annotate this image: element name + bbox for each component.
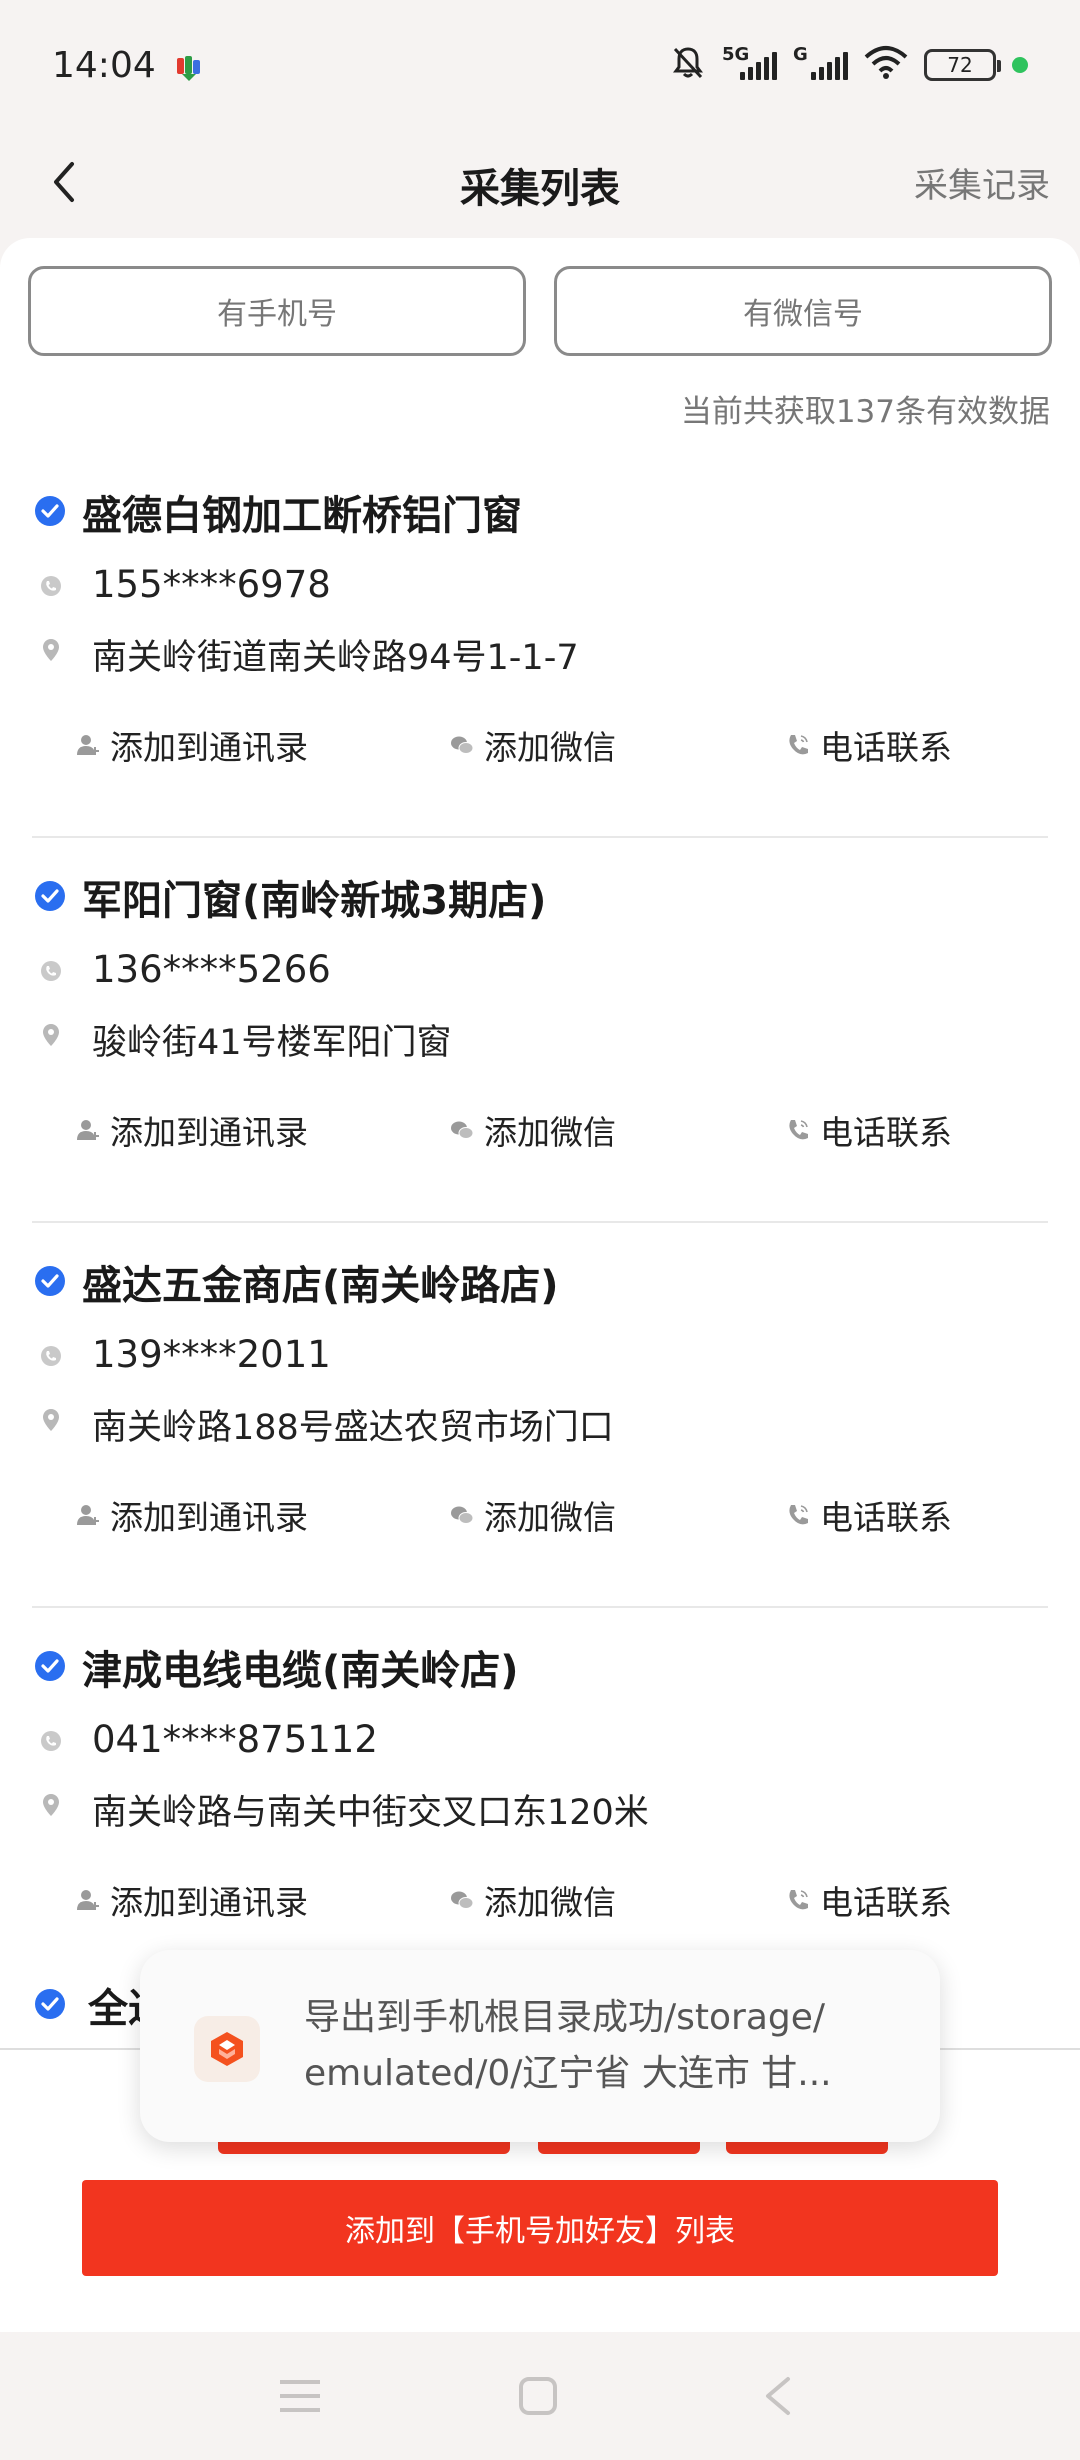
wifi-icon xyxy=(864,45,908,85)
result-list: 盛德白钢加工断桥铝门窗 155****6978 南关岭街道南关岭路94号1-1-… xyxy=(0,453,1080,1993)
item-actions: 添加到通讯录 添加微信 电话联系 xyxy=(0,1491,1080,1551)
add-wechat-button[interactable]: 添加微信 xyxy=(450,1491,616,1539)
wechat-icon xyxy=(451,1891,474,1909)
checkbox-checked-icon[interactable] xyxy=(34,495,66,527)
add-to-contacts-button[interactable]: 添加到通讯录 xyxy=(76,1491,308,1539)
phone-circle-icon xyxy=(41,1346,61,1366)
item-phone: 041****875112 xyxy=(92,1718,378,1761)
filter-row: 有手机号 有微信号 xyxy=(28,266,1052,356)
phone-circle-icon xyxy=(41,1731,61,1751)
checkbox-checked-icon[interactable] xyxy=(34,1265,66,1297)
phone-call-icon xyxy=(789,1890,808,1910)
signal-5g-icon: 5G xyxy=(722,44,777,80)
wechat-icon xyxy=(451,1121,474,1139)
phone-call-icon xyxy=(789,1505,808,1525)
battery-indicator: 72 xyxy=(924,49,1001,81)
call-button[interactable]: 电话联系 xyxy=(786,1491,952,1539)
header: 采集列表 采集记录 xyxy=(0,130,1080,240)
result-count-text: 当前共获取137条有效数据 xyxy=(680,394,1050,430)
clock: 14:04 xyxy=(52,44,156,86)
item-phone: 155****6978 xyxy=(92,563,331,606)
add-to-contacts-button[interactable]: 添加到通讯录 xyxy=(76,1106,308,1154)
location-pin-icon xyxy=(43,1024,59,1046)
add-wechat-button[interactable]: 添加微信 xyxy=(450,1106,616,1154)
mute-bell-icon xyxy=(670,44,706,86)
export-success-toast: 导出到手机根目录成功/storage/ emulated/0/辽宁省 大连市 甘… xyxy=(140,1950,940,2142)
add-to-contacts-button[interactable]: 添加到通讯录 xyxy=(76,1876,308,1924)
status-bar: 14:04 5G G 72 xyxy=(0,0,1080,130)
phone-call-icon xyxy=(789,1120,808,1140)
signal-g-icon: G xyxy=(793,44,848,80)
back-button[interactable] xyxy=(36,152,96,212)
item-actions: 添加到通讯录 添加微信 电话联系 xyxy=(0,721,1080,781)
phone-circle-icon xyxy=(41,576,61,596)
item-address: 南关岭路188号盛达农贸市场门口 xyxy=(92,1408,614,1448)
add-wechat-button[interactable]: 添加微信 xyxy=(450,721,616,769)
location-pin-icon xyxy=(43,639,59,661)
app-logo-icon xyxy=(194,2016,260,2082)
item-address: 南关岭路与南关中街交叉口东120米 xyxy=(92,1793,649,1833)
add-wechat-button[interactable]: 添加微信 xyxy=(450,1876,616,1924)
filter-has-wechat-button[interactable]: 有微信号 xyxy=(554,266,1052,356)
location-pin-icon xyxy=(43,1794,59,1816)
list-item: 军阳门窗(南岭新城3期店) 136****5266 骏岭街41号楼军阳门窗 添加… xyxy=(0,838,1080,1223)
item-phone: 139****2011 xyxy=(92,1333,331,1376)
call-button[interactable]: 电话联系 xyxy=(786,721,952,769)
call-button[interactable]: 电话联系 xyxy=(786,1106,952,1154)
add-person-icon xyxy=(77,1890,99,1910)
toast-message: 导出到手机根目录成功/storage/ emulated/0/辽宁省 大连市 甘… xyxy=(304,1997,832,2094)
item-title: 盛德白钢加工断桥铝门窗 xyxy=(82,493,522,539)
content-card: 有手机号 有微信号 当前共获取137条有效数据 盛德白钢加工断桥铝门窗 155*… xyxy=(0,238,1080,2238)
filter-has-phone-button[interactable]: 有手机号 xyxy=(28,266,526,356)
add-person-icon xyxy=(77,735,99,755)
app-notification-icon xyxy=(174,50,204,81)
chevron-left-icon xyxy=(54,162,74,202)
wechat-icon xyxy=(451,736,474,754)
location-pin-icon xyxy=(43,1409,59,1431)
item-title: 军阳门窗(南岭新城3期店) xyxy=(82,878,547,924)
item-phone: 136****5266 xyxy=(92,948,331,991)
back-nav-icon[interactable] xyxy=(760,2376,794,2416)
add-person-icon xyxy=(77,1120,99,1140)
list-item: 津成电线电缆(南关岭店) 041****875112 南关岭路与南关中街交叉口东… xyxy=(0,1608,1080,1993)
collection-records-link[interactable]: 采集记录 xyxy=(914,158,1050,207)
wechat-icon xyxy=(451,1506,474,1524)
phone-circle-icon xyxy=(41,961,61,981)
add-person-icon xyxy=(77,1505,99,1525)
call-button[interactable]: 电话联系 xyxy=(786,1876,952,1924)
item-actions: 添加到通讯录 添加微信 电话联系 xyxy=(0,1106,1080,1166)
item-title: 盛达五金商店(南关岭路店) xyxy=(82,1263,559,1309)
list-item: 盛达五金商店(南关岭路店) 139****2011 南关岭路188号盛达农贸市场… xyxy=(0,1223,1080,1608)
item-address: 南关岭街道南关岭路94号1-1-7 xyxy=(92,638,579,678)
checkbox-checked-icon[interactable] xyxy=(34,1650,66,1682)
item-actions: 添加到通讯录 添加微信 电话联系 xyxy=(0,1876,1080,1936)
item-address: 骏岭街41号楼军阳门窗 xyxy=(92,1023,452,1063)
checkbox-checked-icon[interactable] xyxy=(34,1988,66,2020)
item-title: 津成电线电缆(南关岭店) xyxy=(82,1648,519,1694)
page-title: 采集列表 xyxy=(460,166,620,212)
privacy-indicator-dot xyxy=(1012,57,1028,73)
home-icon[interactable] xyxy=(518,2376,558,2416)
recent-apps-icon[interactable] xyxy=(278,2378,322,2414)
checkbox-checked-icon[interactable] xyxy=(34,880,66,912)
system-navigation-bar xyxy=(0,2332,1080,2460)
add-to-phone-friend-list-button[interactable]: 添加到【手机号加好友】列表 xyxy=(82,2180,998,2276)
list-item: 盛德白钢加工断桥铝门窗 155****6978 南关岭街道南关岭路94号1-1-… xyxy=(0,453,1080,838)
phone-call-icon xyxy=(789,735,808,755)
add-to-contacts-button[interactable]: 添加到通讯录 xyxy=(76,721,308,769)
screen: 14:04 5G G 72 采集列表 采集记录 有手机号 有微信号 当前共获取1… xyxy=(0,0,1080,2460)
